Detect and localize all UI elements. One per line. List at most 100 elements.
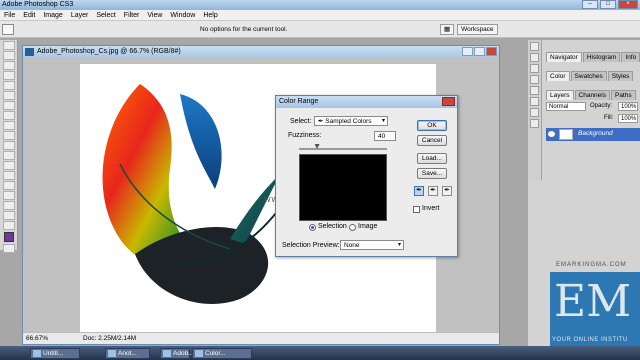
select-value: Sampled Colors xyxy=(325,118,372,125)
menu-bar: File Edit Image Layer Select Filter View… xyxy=(0,10,640,21)
ok-button[interactable]: OK xyxy=(417,120,447,131)
menu-window[interactable]: Window xyxy=(166,12,199,19)
save-button[interactable]: Save... xyxy=(417,168,447,179)
fuzziness-value: 40 xyxy=(378,133,386,140)
shape-tool-icon[interactable] xyxy=(3,211,15,220)
tab-styles[interactable]: Styles xyxy=(607,71,634,81)
cancel-button[interactable]: Cancel xyxy=(417,135,447,146)
clone-source-icon[interactable] xyxy=(530,86,539,95)
workspace-button[interactable]: Workspace xyxy=(457,24,498,35)
minimize-button[interactable]: – xyxy=(582,0,598,9)
brush-tool-icon[interactable] xyxy=(3,111,15,120)
tab-swatches[interactable]: Swatches xyxy=(570,71,607,81)
tab-channels[interactable]: Channels xyxy=(574,90,610,100)
select-dropdown[interactable]: ✒ Sampled Colors ▾ xyxy=(314,116,388,126)
dialog-close-button[interactable] xyxy=(442,97,455,106)
slice-tool-icon[interactable] xyxy=(3,91,15,100)
bridge-button[interactable]: ▦ xyxy=(440,24,455,35)
character-panel-icon[interactable] xyxy=(530,97,539,106)
dodge-tool-icon[interactable] xyxy=(3,171,15,180)
fuzziness-slider-track[interactable] xyxy=(299,148,387,150)
eraser-tool-icon[interactable] xyxy=(3,141,15,150)
tab-histogram[interactable]: Histogram xyxy=(582,52,621,62)
tab-navigator[interactable]: Navigator xyxy=(546,52,582,62)
layer-comps-icon[interactable] xyxy=(530,119,539,128)
image-radio[interactable] xyxy=(349,224,356,231)
document-maximize-button[interactable] xyxy=(474,47,485,56)
invert-checkbox[interactable] xyxy=(413,206,420,213)
menu-view[interactable]: View xyxy=(143,12,166,19)
tab-layers[interactable]: Layers xyxy=(546,90,574,100)
layers-tab-group: Layers Channels Paths xyxy=(546,90,637,100)
window-controls: – □ × xyxy=(582,0,638,9)
layer-thumbnail xyxy=(559,129,573,140)
menu-select[interactable]: Select xyxy=(92,12,119,19)
type-tool-icon[interactable] xyxy=(3,191,15,200)
taskbar-item-adobe[interactable]: Adob... xyxy=(160,348,194,359)
paragraph-panel-icon[interactable] xyxy=(530,108,539,117)
subtract-eyedropper-icon[interactable]: ✒ xyxy=(442,186,452,196)
selection-preview-image[interactable] xyxy=(299,154,387,221)
tab-paths[interactable]: Paths xyxy=(610,90,636,100)
move-tool-icon[interactable] xyxy=(3,41,15,50)
close-button[interactable]: × xyxy=(618,0,638,9)
brushes-panel-icon[interactable] xyxy=(530,75,539,84)
zoom-level[interactable]: 66.67% xyxy=(26,333,48,344)
document-minimize-button[interactable] xyxy=(462,47,473,56)
app-title: Adobe Photoshop CS3 xyxy=(2,1,74,8)
menu-help[interactable]: Help xyxy=(199,12,221,19)
options-bar: No options for the current tool. ▦ Works… xyxy=(0,21,640,38)
taskbar-item-color-range[interactable]: Color... xyxy=(192,348,252,359)
opacity-label: Opacity: xyxy=(590,103,613,109)
brand-site: EMARKINGMA.COM xyxy=(556,262,627,268)
healing-tool-icon[interactable] xyxy=(3,101,15,110)
eyedropper-icon[interactable]: ✒ xyxy=(414,186,424,196)
taskbar-item-another[interactable]: Anot... xyxy=(105,348,150,359)
quick-mask-icon[interactable] xyxy=(3,244,15,253)
select-label: Select: xyxy=(290,118,312,125)
document-titlebar: Adobe_Photoshop_Cs.jpg @ 66.7% (RGB/8#) xyxy=(23,46,499,58)
menu-image[interactable]: Image xyxy=(39,12,66,19)
history-brush-tool-icon[interactable] xyxy=(3,131,15,140)
lasso-tool-icon[interactable] xyxy=(3,61,15,70)
tab-info[interactable]: Info xyxy=(621,52,640,62)
blur-tool-icon[interactable] xyxy=(3,161,15,170)
menu-filter[interactable]: Filter xyxy=(120,12,144,19)
add-eyedropper-icon[interactable]: ✒ xyxy=(428,186,438,196)
opacity-input[interactable]: 100% xyxy=(618,102,638,111)
eye-icon[interactable] xyxy=(548,131,555,137)
pen-tool-icon[interactable] xyxy=(3,181,15,190)
blend-mode-select[interactable]: Normal xyxy=(546,102,586,111)
history-panel-icon[interactable] xyxy=(530,42,539,51)
stamp-tool-icon[interactable] xyxy=(3,121,15,130)
fuzziness-input[interactable]: 40 xyxy=(374,131,396,141)
hand-tool-icon[interactable] xyxy=(3,221,15,230)
tool-presets-icon[interactable] xyxy=(530,64,539,73)
selection-preview-value: None xyxy=(344,242,360,249)
load-button[interactable]: Load... xyxy=(417,153,447,164)
brand-logo-text: EM xyxy=(554,276,632,327)
layer-background[interactable]: Background xyxy=(546,128,640,141)
crop-tool-icon[interactable] xyxy=(3,81,15,90)
menu-edit[interactable]: Edit xyxy=(19,12,39,19)
tool-preset-icon[interactable] xyxy=(2,24,14,35)
maximize-button[interactable]: □ xyxy=(600,0,616,9)
window-icon xyxy=(108,350,116,357)
tab-color[interactable]: Color xyxy=(546,71,570,81)
fill-input[interactable]: 100% xyxy=(618,114,638,123)
actions-panel-icon[interactable] xyxy=(530,53,539,62)
document-size-info[interactable]: Doc: 2.25M/2.14M xyxy=(83,333,136,344)
menu-file[interactable]: File xyxy=(0,12,19,19)
marquee-tool-icon[interactable] xyxy=(3,51,15,60)
menu-layer[interactable]: Layer xyxy=(67,12,93,19)
invert-label: Invert xyxy=(422,205,440,212)
selection-radio[interactable] xyxy=(309,224,316,231)
gradient-tool-icon[interactable] xyxy=(3,151,15,160)
document-close-button[interactable] xyxy=(486,47,497,56)
selection-preview-dropdown[interactable]: None ▾ xyxy=(340,240,404,250)
selection-preview-label: Selection Preview: xyxy=(282,242,340,249)
magic-wand-tool-icon[interactable] xyxy=(3,71,15,80)
foreground-color-swatch[interactable] xyxy=(4,232,14,242)
path-selection-tool-icon[interactable] xyxy=(3,201,15,210)
taskbar-item-untitled[interactable]: Untitl... xyxy=(30,348,80,359)
